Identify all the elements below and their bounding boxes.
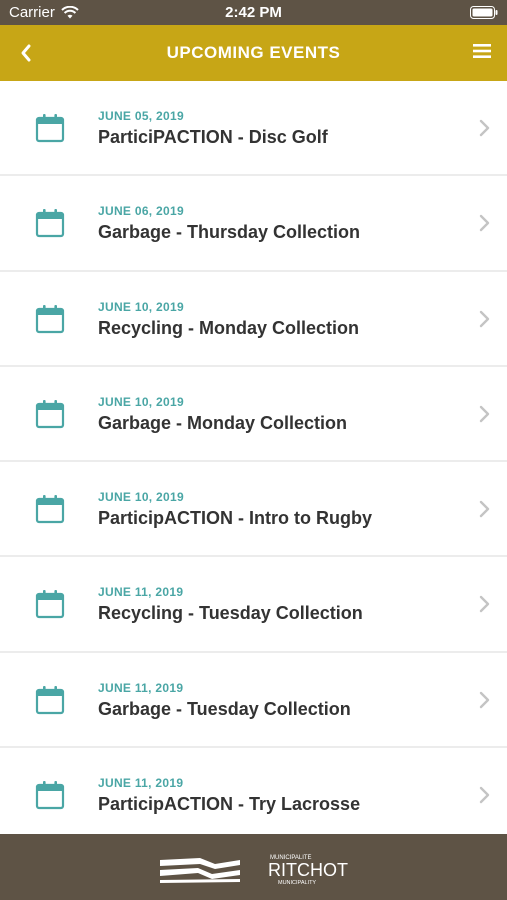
calendar-icon	[35, 590, 65, 619]
event-date: JUNE 10, 2019	[98, 299, 184, 314]
calendar-icon	[35, 304, 65, 333]
status-bar: Carrier 2:42 PM	[0, 0, 507, 25]
battery-icon	[470, 6, 498, 19]
footer: MUNICIPALITÉ RITCHOT MUNICIPALITY	[0, 834, 507, 900]
chevron-right-icon	[479, 310, 490, 327]
event-name: ParticiPACTION - Disc Golf	[98, 127, 328, 147]
event-name: Garbage - Monday Collection	[98, 412, 348, 433]
calendar-icon	[35, 114, 65, 143]
event-name: Recycling - Tuesday Collection	[98, 603, 363, 624]
status-time: 2:42 PM	[225, 4, 282, 21]
chevron-right-icon	[479, 405, 490, 422]
calendar-icon	[35, 780, 65, 809]
event-name: ParticipACTION - Try Lacrosse	[98, 793, 361, 814]
chevron-right-icon	[479, 691, 490, 708]
logo-name-text: RITCHOT	[268, 860, 348, 880]
chevron-right-icon	[479, 596, 490, 613]
calendar-icon	[35, 399, 65, 428]
ritchot-logo: MUNICIPALITÉ RITCHOT MUNICIPALITY	[160, 854, 348, 886]
event-name: ParticipACTION - Intro to Rugby	[98, 508, 372, 528]
event-row[interactable]: JUNE 06, 2019 Garbage - Thursday Collect…	[0, 176, 507, 272]
event-name: Garbage - Thursday Collection	[98, 222, 361, 243]
chevron-right-icon	[479, 119, 490, 137]
event-date: JUNE 06, 2019	[98, 204, 184, 219]
chevron-right-icon	[479, 215, 490, 232]
event-row[interactable]: JUNE 11, 2019 ParticipACTION - Try Lacro…	[0, 747, 507, 834]
event-date: JUNE 11, 2019	[98, 680, 184, 695]
event-date: JUNE 11, 2019	[98, 585, 184, 600]
event-list: JUNE 05, 2019 ParticiPACTION - Disc Golf…	[0, 81, 507, 834]
page-title: UPCOMING EVENTS	[166, 43, 341, 62]
event-name: Recycling - Monday Collection	[98, 317, 360, 338]
event-row[interactable]: JUNE 11, 2019 Garbage - Tuesday Collecti…	[0, 652, 507, 748]
logo-bottom-text: MUNICIPALITY	[278, 880, 316, 886]
event-row[interactable]: JUNE 11, 2019 Recycling - Tuesday Collec…	[0, 557, 507, 653]
chevron-right-icon	[479, 786, 490, 803]
nav-bar: UPCOMING EVENTS	[0, 25, 507, 81]
calendar-icon	[35, 685, 65, 714]
event-row[interactable]: JUNE 10, 2019 ParticipACTION - Intro to …	[0, 462, 507, 558]
chevron-right-icon	[479, 500, 490, 518]
calendar-icon	[35, 209, 65, 238]
event-row[interactable]: JUNE 05, 2019 ParticiPACTION - Disc Golf	[0, 81, 507, 177]
calendar-icon	[35, 495, 65, 524]
event-date: JUNE 10, 2019	[98, 394, 184, 409]
event-date: JUNE 10, 2019	[98, 490, 184, 504]
event-name: Garbage - Tuesday Collection	[98, 698, 351, 719]
event-row[interactable]: JUNE 10, 2019 Garbage - Monday Collectio…	[0, 366, 507, 462]
event-row[interactable]: JUNE 10, 2019 Recycling - Monday Collect…	[0, 271, 507, 367]
hamburger-menu-icon[interactable]	[473, 42, 491, 60]
event-date: JUNE 05, 2019	[98, 109, 184, 123]
event-date: JUNE 11, 2019	[98, 775, 184, 790]
